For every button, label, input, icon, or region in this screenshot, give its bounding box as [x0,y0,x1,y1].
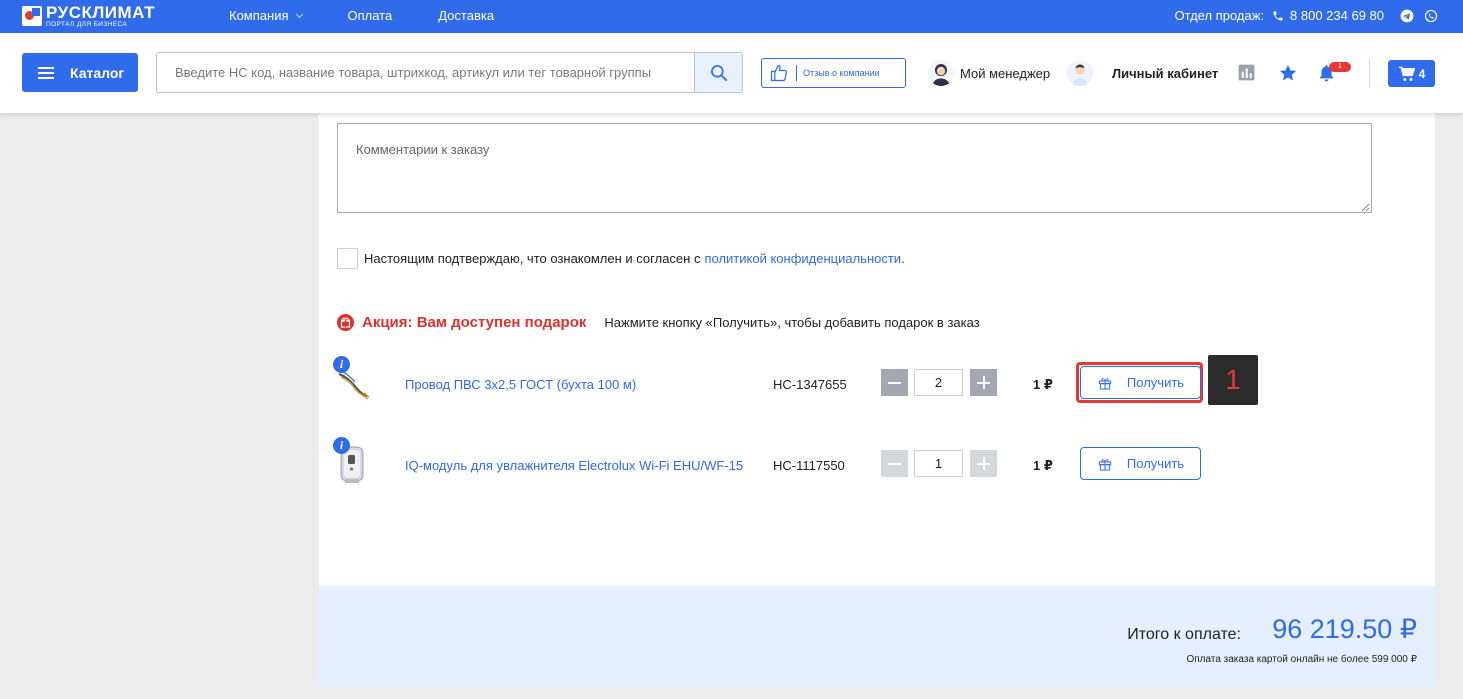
info-icon[interactable]: i [333,437,350,454]
cabinet-label: Личный кабинет [1112,65,1219,81]
gift-product-code: НС-1117550 [773,458,845,473]
promo-title: Акция: Вам доступен подарок [362,314,587,331]
step-marker: 1 [1208,355,1258,405]
top-nav: Компания Оплата Доставка [229,8,540,23]
privacy-policy-link[interactable]: политикой конфиденциальности [704,251,901,266]
logo-subtitle: ПОРТАЛ ДЛЯ БИЗНЕСА [46,21,128,28]
gift-product-code: НС-1347655 [773,377,847,392]
my-manager[interactable]: Мой менеджер [928,60,1050,86]
qty-input[interactable] [914,450,963,477]
cart-button[interactable]: 4 [1388,60,1435,87]
resize-grip-icon[interactable] [1360,202,1370,212]
get-gift-button[interactable]: Получить [1080,447,1201,480]
menu-icon [38,66,54,79]
review-button[interactable]: Отзыв о компании [761,58,906,88]
search-input[interactable] [175,65,685,80]
get-gift-button[interactable]: Получить [1080,366,1201,399]
nav-company[interactable]: Компания [229,8,303,23]
promo-header: Акция: Вам доступен подарок Нажмите кноп… [337,314,980,331]
catalog-label: Каталог [70,64,125,81]
gift-outline-icon [1098,377,1112,389]
payment-limit-note: Оплата заказа картой онлайн не более 599… [1186,654,1417,665]
whatsapp-icon[interactable] [1424,9,1438,23]
phone-icon [1273,11,1283,20]
gift-outline-icon [1098,458,1112,470]
logo-name: РУСКЛИМАТ [46,3,155,22]
qty-decrease-button[interactable] [881,369,908,396]
search-icon [710,64,727,81]
order-panel: Настоящим подтверждаю, что ознакомлен и … [319,113,1435,586]
gift-icon [337,314,354,331]
qty-input[interactable] [914,369,963,396]
gift-product-name[interactable]: IQ-модуль для увлажнителя Electrolux Wi-… [405,458,743,473]
manager-avatar-icon [928,60,954,86]
gift-price: 1 ₽ [1033,458,1053,473]
manager-label: Мой менеджер [960,65,1051,81]
chevron-down-icon [295,10,303,18]
qty-increase-button[interactable] [970,450,997,477]
total-value: 96 219.50 ₽ [1272,614,1417,644]
logo[interactable]: РУСКЛИМАТ ПОРТАЛ ДЛЯ БИЗНЕСА [22,4,155,29]
nav-delivery[interactable]: Доставка [438,8,494,23]
get-gift-label: Получить [1126,375,1185,390]
catalog-button[interactable]: Каталог [22,53,138,92]
order-comment-field[interactable] [337,123,1372,213]
favorites-star-icon[interactable] [1278,63,1298,83]
logo-mark-icon [22,6,42,27]
gift-price: 1 ₽ [1033,377,1053,392]
order-total: Итого к оплате: 96 219.50 ₽ Оплата заказ… [319,586,1435,686]
promo-subtitle: Нажмите кнопку «Получить», чтобы добавит… [604,315,980,330]
divider [1369,58,1370,88]
info-icon[interactable]: i [333,356,350,373]
header: Каталог Отзыв о компании Мой менеджер Ли… [0,33,1463,113]
privacy-checkbox[interactable] [337,248,358,269]
user-avatar-icon [1067,60,1093,86]
gift-product-name[interactable]: Провод ПВС 3х2,5 ГОСТ (бухта 100 м) [405,377,636,392]
sales-label: Отдел продаж: [1174,8,1265,23]
gift-row: i Провод ПВС 3х2,5 ГОСТ (бухта 100 м) НС… [319,355,1435,415]
cart-icon [1398,66,1415,81]
total-label: Итого к оплате: [1127,626,1241,643]
qty-decrease-button[interactable] [881,450,908,477]
review-label: Отзыв о компании [803,68,880,78]
thumbs-up-icon [770,64,787,82]
telegram-icon[interactable] [1400,9,1414,23]
search-button[interactable] [694,53,742,92]
top-bar: РУСКЛИМАТ ПОРТАЛ ДЛЯ БИЗНЕСА Компания Оп… [0,0,1463,33]
sales-phone[interactable]: 8 800 234 69 80 [1290,8,1384,23]
personal-cabinet[interactable]: Личный кабинет [1067,60,1218,86]
notification-count-badge: 1 [1329,62,1351,72]
search-box [156,52,743,93]
gift-row: i IQ-модуль для увлажнителя Electrolux W… [319,436,1435,496]
get-gift-label: Получить [1126,456,1185,471]
cart-count: 4 [1418,66,1426,81]
nav-payment[interactable]: Оплата [348,8,393,23]
sales-contacts: Отдел продаж: 8 800 234 69 80 [1174,8,1438,23]
privacy-agreement: Настоящим подтверждаю, что ознакомлен и … [337,248,905,269]
agree-text: Настоящим подтверждаю, что ознакомлен и … [364,251,701,266]
agree-end: . [901,251,905,266]
stats-icon[interactable] [1237,63,1256,82]
qty-increase-button[interactable] [970,369,997,396]
